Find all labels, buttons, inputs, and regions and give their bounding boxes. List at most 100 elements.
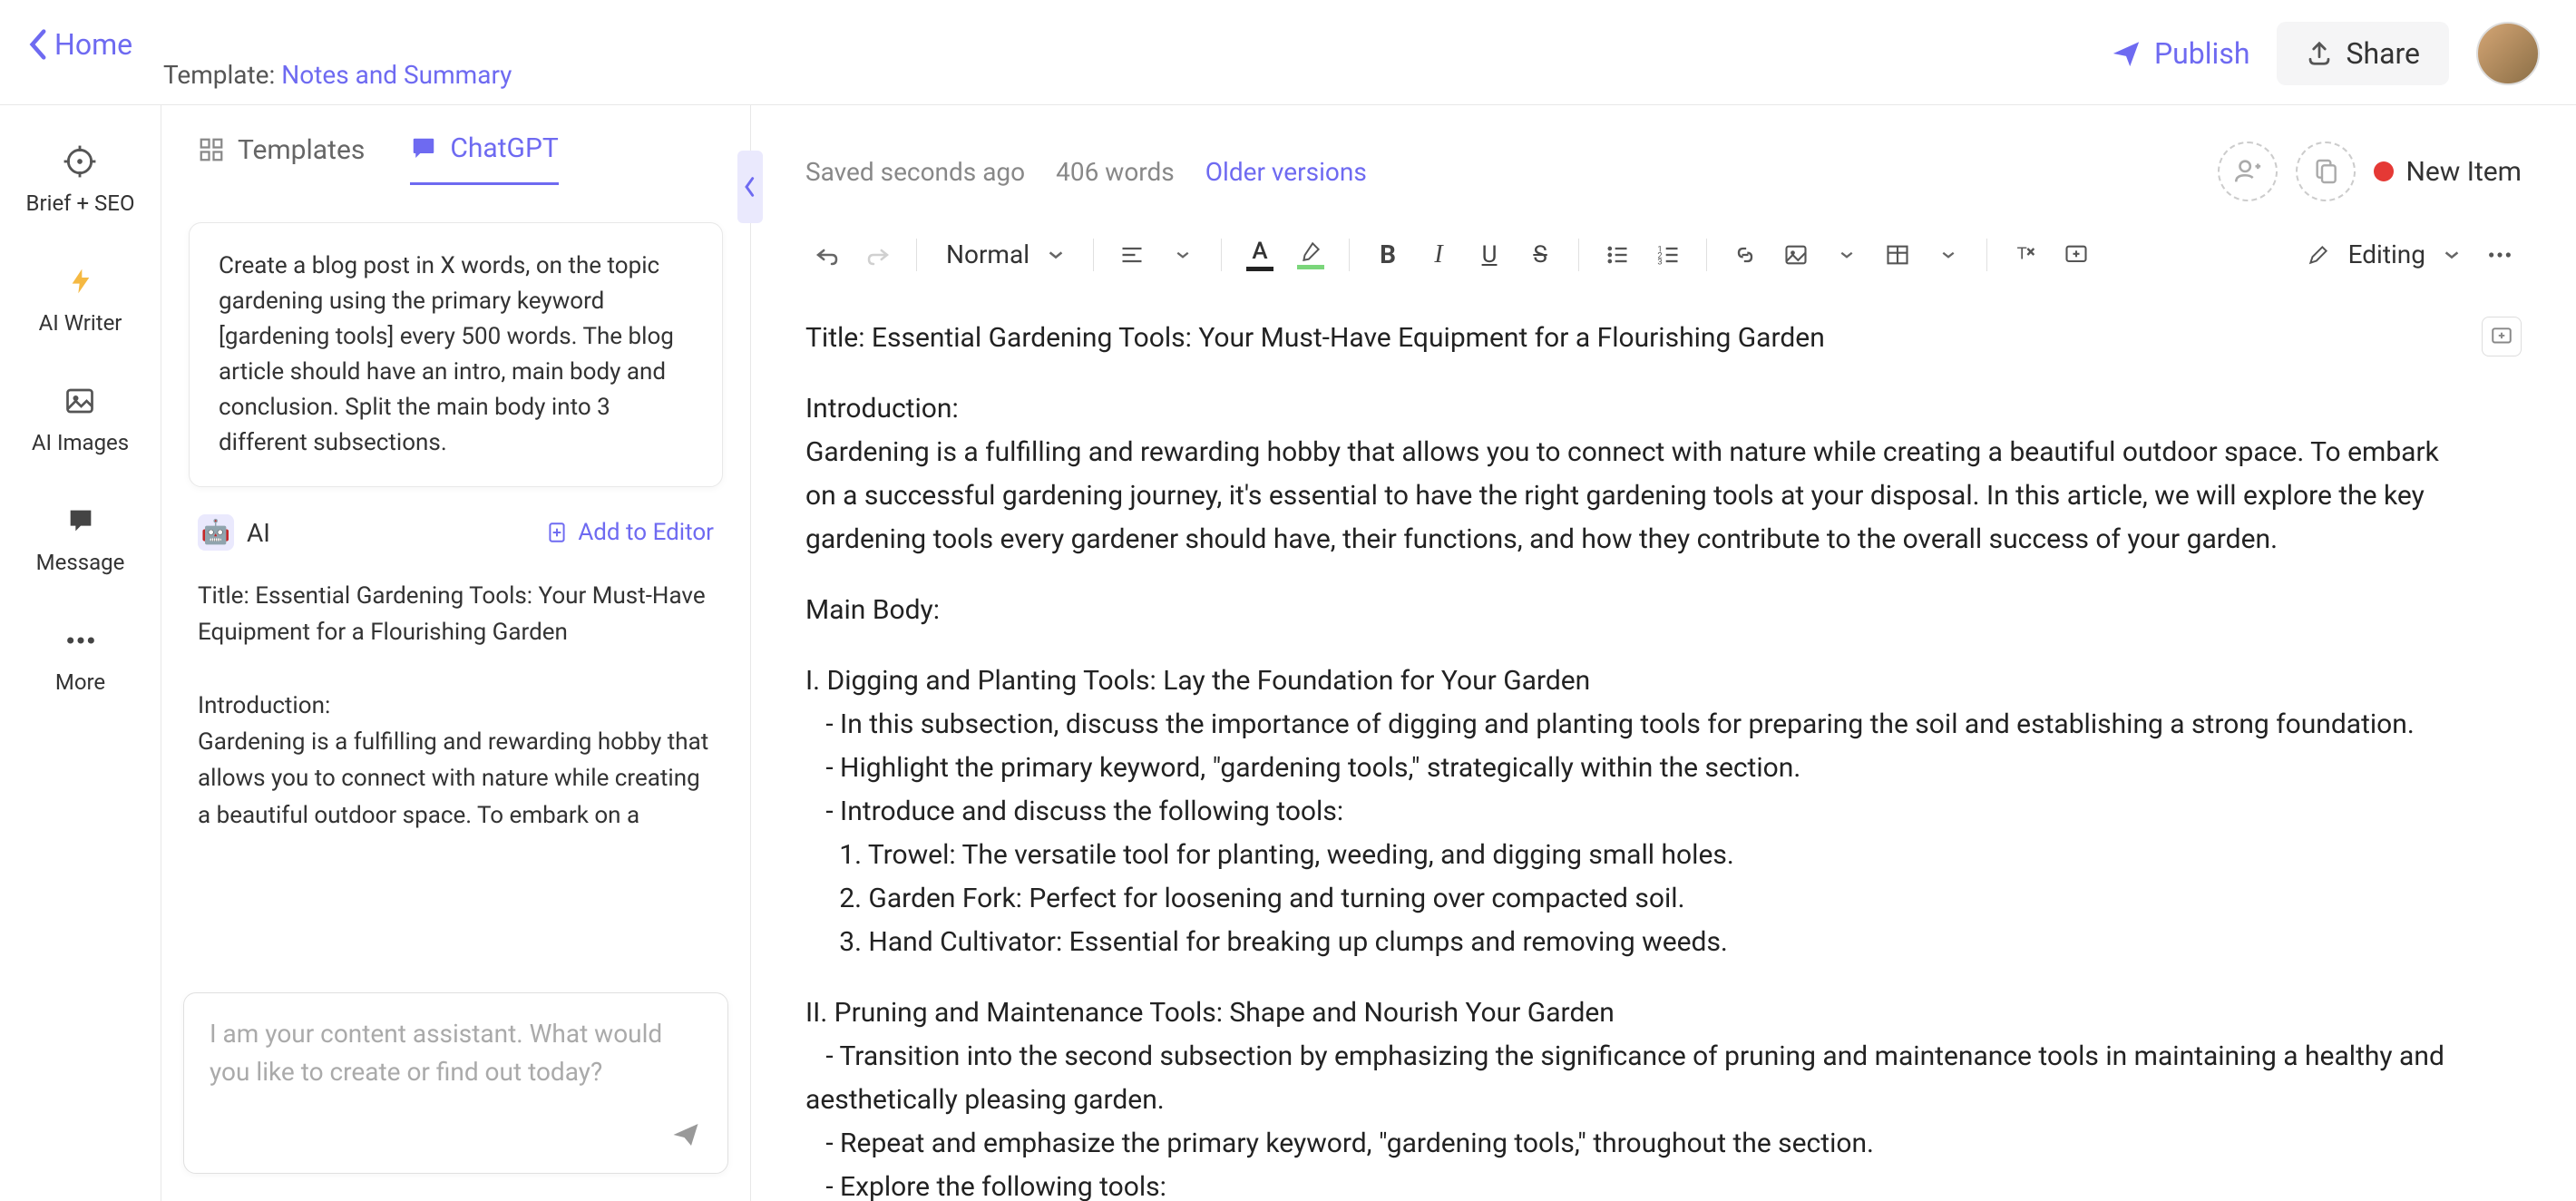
- link-icon: [1732, 242, 1758, 268]
- comment-plus-icon: [2064, 242, 2089, 268]
- add-doc-icon: [545, 521, 569, 544]
- link-button[interactable]: [1723, 233, 1767, 277]
- chevron-left-icon: [744, 176, 756, 198]
- highlight-button[interactable]: [1289, 233, 1332, 277]
- send-icon: [2111, 38, 2142, 69]
- image-button[interactable]: [1774, 233, 1818, 277]
- user-plus-icon: [2232, 156, 2263, 187]
- editing-mode-select[interactable]: Editing: [2294, 232, 2473, 277]
- dots-icon: [61, 620, 101, 660]
- ai-label: 🤖 AI: [198, 514, 270, 551]
- status-dot-icon: [2374, 161, 2394, 181]
- template-label: Template: Notes and Summary: [163, 60, 512, 90]
- chevron-left-icon: [27, 28, 47, 61]
- sidebar-item-ai-images[interactable]: AI Images: [32, 381, 129, 455]
- tab-templates[interactable]: Templates: [198, 134, 365, 184]
- image-dropdown[interactable]: [1825, 233, 1869, 277]
- doc-title: Title: Essential Gardening Tools: Your M…: [805, 317, 2467, 360]
- undo-button[interactable]: [805, 233, 849, 277]
- chevron-down-icon: [2444, 249, 2460, 260]
- template-name[interactable]: Notes and Summary: [281, 60, 512, 90]
- align-dropdown[interactable]: [1161, 233, 1205, 277]
- highlight-icon: [1299, 239, 1322, 263]
- left-sidebar: Brief + SEO AI Writer AI Images Message …: [0, 105, 161, 1201]
- table-dropdown[interactable]: [1927, 233, 1970, 277]
- bolt-icon: [61, 261, 101, 301]
- chevron-down-icon: [1839, 250, 1854, 259]
- sidebar-item-more[interactable]: More: [55, 620, 105, 695]
- older-versions-link[interactable]: Older versions: [1205, 157, 1367, 187]
- doc-section-1: I. Digging and Planting Tools: Lay the F…: [805, 659, 2467, 964]
- share-button[interactable]: Share: [2277, 22, 2449, 85]
- italic-button[interactable]: I: [1417, 233, 1460, 277]
- chat-input[interactable]: I am your content assistant. What would …: [183, 992, 728, 1174]
- new-item-indicator[interactable]: New Item: [2374, 156, 2522, 188]
- table-icon: [1885, 242, 1910, 268]
- ordered-list-icon: 123: [1655, 242, 1681, 268]
- chat-send-button[interactable]: [669, 1118, 702, 1151]
- strikethrough-button[interactable]: S: [1518, 233, 1562, 277]
- image-icon: [60, 381, 100, 421]
- redo-button[interactable]: [856, 233, 900, 277]
- format-select[interactable]: Normal: [933, 232, 1077, 277]
- editor-panel: Saved seconds ago 406 words Older versio…: [751, 105, 2576, 1201]
- numbered-list-button[interactable]: 123: [1646, 233, 1690, 277]
- chat-input-placeholder: I am your content assistant. What would …: [210, 1015, 702, 1091]
- chat-icon: [61, 501, 101, 541]
- copy-icon: [2311, 157, 2340, 186]
- chevron-down-icon: [1941, 250, 1956, 259]
- saved-status: Saved seconds ago: [805, 157, 1025, 187]
- add-to-editor-button[interactable]: Add to Editor: [545, 519, 714, 546]
- undo-icon: [814, 241, 841, 269]
- add-comment-side-button[interactable]: [2482, 317, 2522, 356]
- document-editor[interactable]: Title: Essential Gardening Tools: Your M…: [805, 317, 2522, 1201]
- copy-button[interactable]: [2296, 142, 2356, 201]
- chat-panel: Templates ChatGPT Create a blog post in …: [161, 105, 751, 1201]
- sidebar-item-ai-writer[interactable]: AI Writer: [39, 261, 122, 336]
- align-button[interactable]: [1110, 233, 1154, 277]
- add-user-button[interactable]: [2218, 142, 2278, 201]
- robot-icon: 🤖: [198, 514, 234, 551]
- more-button[interactable]: [2478, 233, 2522, 277]
- publish-button[interactable]: Publish: [2111, 36, 2250, 71]
- chevron-down-icon: [1176, 250, 1190, 259]
- align-left-icon: [1119, 242, 1145, 268]
- clear-format-button[interactable]: T: [2004, 233, 2047, 277]
- doc-main-body-heading: Main Body:: [805, 589, 2467, 632]
- upload-icon: [2306, 40, 2333, 67]
- home-link[interactable]: Home: [27, 27, 132, 62]
- bullet-list-button[interactable]: [1595, 233, 1639, 277]
- templates-icon: [198, 136, 225, 163]
- clear-format-icon: T: [2013, 242, 2038, 268]
- text-color-button[interactable]: A: [1238, 233, 1282, 277]
- avatar[interactable]: [2476, 22, 2540, 85]
- image-icon: [1783, 242, 1809, 268]
- pencil-icon: [2307, 243, 2330, 267]
- word-count: 406 words: [1056, 157, 1175, 187]
- tab-chatgpt[interactable]: ChatGPT: [410, 132, 558, 185]
- editor-toolbar: Normal A B I U S 123: [805, 229, 2522, 280]
- home-label: Home: [54, 27, 132, 62]
- chevron-down-icon: [1048, 249, 1064, 260]
- comment-plus-icon: [2490, 325, 2513, 348]
- bold-button[interactable]: B: [1366, 233, 1410, 277]
- sidebar-item-brief-seo[interactable]: Brief + SEO: [26, 142, 135, 216]
- add-comment-button[interactable]: [2054, 233, 2098, 277]
- underline-button[interactable]: U: [1468, 233, 1511, 277]
- svg-text:T: T: [2017, 243, 2027, 263]
- ai-response: Title: Essential Gardening Tools: Your M…: [189, 578, 723, 834]
- sidebar-item-message[interactable]: Message: [36, 501, 125, 575]
- send-icon: [669, 1118, 702, 1151]
- target-icon: [60, 142, 100, 181]
- user-message: Create a blog post in X words, on the to…: [189, 222, 723, 487]
- collapse-panel-button[interactable]: [737, 151, 763, 223]
- text-color-icon: A: [1252, 238, 1267, 265]
- svg-text:3: 3: [1657, 257, 1662, 267]
- table-button[interactable]: [1876, 233, 1919, 277]
- doc-intro: Introduction:Gardening is a fulfilling a…: [805, 387, 2467, 561]
- dots-icon: [2487, 251, 2513, 259]
- redo-icon: [864, 241, 892, 269]
- bullet-list-icon: [1605, 242, 1630, 268]
- chat-bubble-icon: [410, 135, 437, 162]
- doc-section-2: II. Pruning and Maintenance Tools: Shape…: [805, 991, 2467, 1201]
